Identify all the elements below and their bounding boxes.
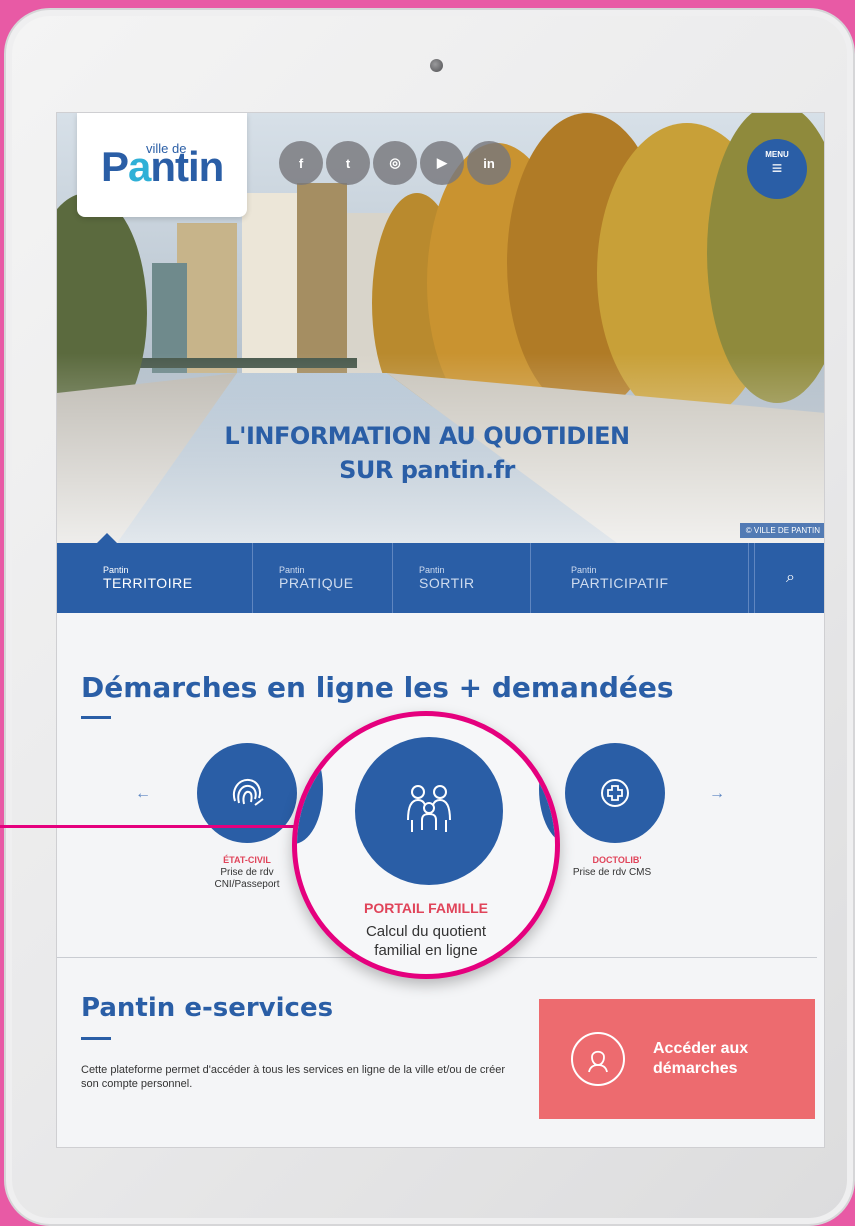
youtube-icon[interactable]: ▶ <box>420 141 464 185</box>
twitter-icon[interactable]: t <box>326 141 370 185</box>
tablet-frame: ville de Pantin f t ◎ ▶ in MENU ≡ L'INFO… <box>4 8 855 1226</box>
callout-line <box>0 825 300 828</box>
acceder-demarches-button[interactable]: Accéder aux démarches <box>539 999 815 1119</box>
medical-cross-icon <box>601 779 629 807</box>
hero-title-line2: SUR pantin.fr <box>339 456 515 484</box>
menu-button[interactable]: MENU ≡ <box>747 139 807 199</box>
doctolib-desc: Prise de rdv CMS <box>572 867 652 878</box>
nav-item-small: Pantin <box>571 565 597 575</box>
logo-wordmark: Pantin <box>101 143 224 190</box>
photo-credit: © VILLE DE PANTIN <box>739 523 824 538</box>
nav-item-small: Pantin <box>279 565 305 575</box>
hamburger-icon: ≡ <box>771 158 783 178</box>
nav-sortir[interactable]: Pantin SORTIR <box>393 543 531 613</box>
nav-pratique[interactable]: Pantin PRATIQUE <box>253 543 393 613</box>
etat-civil-desc: Prise de rdv CNI/Passeport <box>214 867 280 890</box>
carousel-next-icon[interactable]: → <box>709 785 725 803</box>
portail-famille-desc: Calcul du quotient familial en ligne <box>365 923 487 959</box>
demarches-title: Démarches en ligne les + demandées <box>81 671 674 704</box>
nav-territoire[interactable]: Pantin TERRITOIRE <box>57 533 253 613</box>
camera-icon <box>430 59 443 72</box>
family-icon <box>407 785 451 832</box>
instagram-icon[interactable]: ◎ <box>373 141 417 185</box>
linkedin-icon[interactable]: in <box>467 141 511 185</box>
eservices-title: Pantin e-services <box>81 993 334 1023</box>
facebook-icon[interactable]: f <box>279 141 323 185</box>
user-icon <box>571 1032 625 1086</box>
nav-item-label: PRATIQUE <box>279 575 354 591</box>
title-underline <box>81 716 111 719</box>
search-icon[interactable]: ⌕ <box>754 543 824 613</box>
nav-item-label: TERRITOIRE <box>103 575 193 591</box>
hero-banner: ville de Pantin f t ◎ ▶ in MENU ≡ L'INFO… <box>57 113 824 543</box>
screen: ville de Pantin f t ◎ ▶ in MENU ≡ L'INFO… <box>56 112 825 1148</box>
hero-title: L'INFORMATION AU QUOTIDIEN SUR pantin.fr <box>197 419 657 487</box>
eservices-description: Cette plateforme permet d'accéder à tous… <box>81 1064 505 1090</box>
etat-civil-button[interactable] <box>197 743 297 843</box>
fingerprint-icon <box>233 778 264 806</box>
portail-famille-tag: PORTAIL FAMILLE <box>364 900 488 916</box>
carousel-prev-icon[interactable]: ← <box>135 785 151 803</box>
logo[interactable]: ville de Pantin <box>77 113 247 217</box>
doctolib-button[interactable] <box>565 743 665 843</box>
portail-famille-highlight: PORTAIL FAMILLE Calcul du quotient famil… <box>292 711 560 979</box>
hero-title-line1: L'INFORMATION AU QUOTIDIEN <box>224 422 630 450</box>
nav-item-label: SORTIR <box>419 575 475 591</box>
etat-civil-tag: ÉTAT-CIVIL <box>223 855 271 865</box>
title-underline <box>81 1037 111 1040</box>
main-nav: Pantin TERRITOIRE Pantin PRATIQUE Pantin… <box>57 533 824 613</box>
nav-participatif[interactable]: Pantin PARTICIPATIF <box>531 543 749 613</box>
cta-label: Accéder aux démarches <box>653 1040 749 1077</box>
doctolib-tag: DOCTOLIB' <box>592 855 642 865</box>
portail-famille-button[interactable] <box>355 737 503 885</box>
nav-item-small: Pantin <box>103 565 129 575</box>
nav-item-small: Pantin <box>419 565 445 575</box>
nav-item-label: PARTICIPATIF <box>571 575 669 591</box>
social-links: f t ◎ ▶ in <box>279 141 511 185</box>
